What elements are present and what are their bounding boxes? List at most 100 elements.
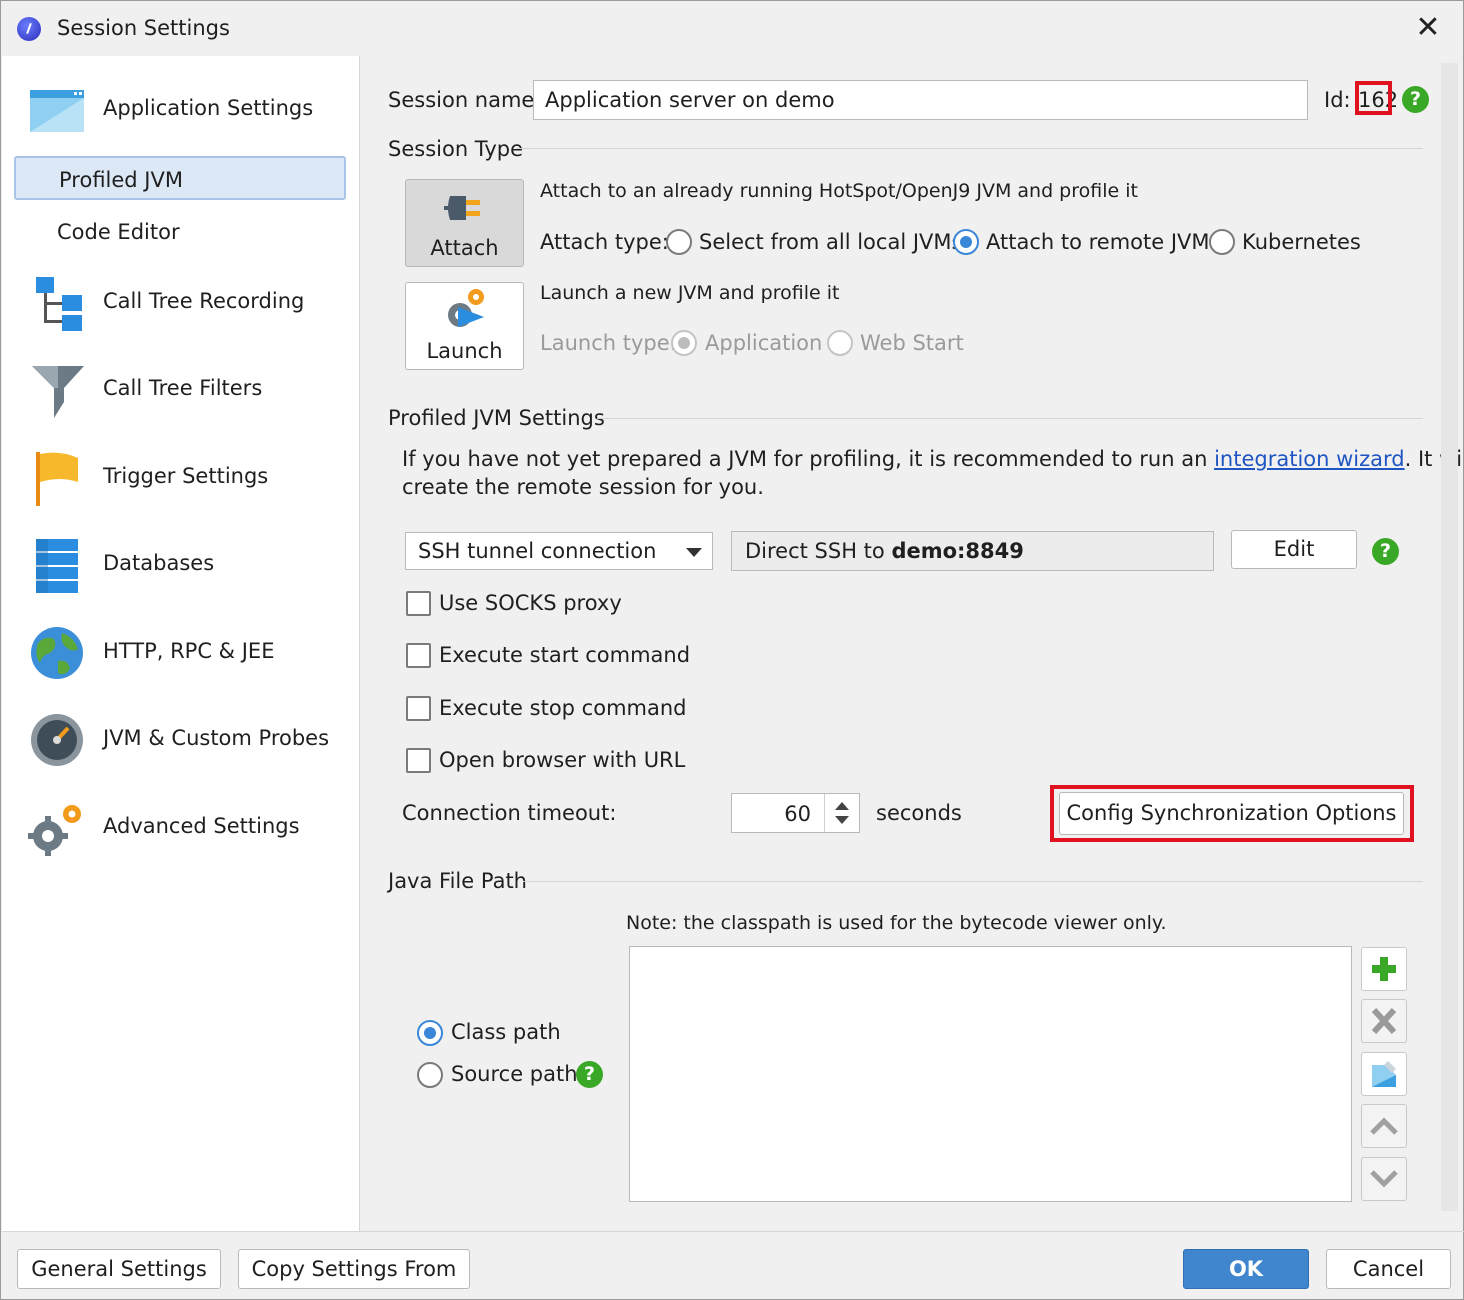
section-divider [523, 881, 1423, 882]
connection-desc-host: demo:8849 [891, 539, 1024, 563]
radio-application [671, 330, 697, 356]
radio-kubernetes-label: Kubernetes [1242, 230, 1361, 254]
spinner-up-icon[interactable] [835, 802, 849, 810]
attach-button[interactable]: Attach [405, 179, 524, 267]
sidebar-item-jvm-custom-probes[interactable]: JVM & Custom Probes [2, 710, 360, 770]
app-icon [17, 17, 41, 41]
radio-local-jvms-label: Select from all local JVMs [699, 230, 963, 254]
spinner-divider [824, 794, 825, 832]
radio-remote-jvm-label: Attach to remote JVM [986, 230, 1210, 254]
general-settings-button[interactable]: General Settings [17, 1249, 221, 1289]
edit-button[interactable]: Edit [1231, 530, 1357, 569]
close-icon[interactable]: ✕ [1411, 11, 1445, 45]
radio-remote-jvm[interactable] [953, 229, 979, 255]
edit-path-button[interactable] [1361, 1052, 1407, 1096]
integration-intro: If you have not yet prepared a JVM for p… [402, 447, 1464, 471]
globe-icon [31, 627, 83, 679]
move-down-button[interactable] [1361, 1157, 1407, 1201]
connection-desc-prefix: Direct SSH to [745, 539, 892, 563]
classpath-note: Note: the classpath is used for the byte… [626, 912, 1167, 934]
sidebar-item-label: Application Settings [103, 96, 314, 120]
title-bar: Session Settings ✕ [1, 1, 1463, 56]
sidebar-item-label: Call Tree Filters [103, 376, 263, 400]
sidebar-item-http-rpc-jee[interactable]: HTTP, RPC & JEE [2, 623, 360, 683]
sidebar-item-label: Trigger Settings [103, 464, 269, 488]
sidebar-item-label: Databases [103, 551, 215, 575]
checkbox-socks-proxy[interactable] [406, 591, 431, 616]
move-up-button[interactable] [1361, 1104, 1407, 1148]
checkbox-open-browser[interactable] [406, 748, 431, 773]
radio-web-start [827, 330, 853, 356]
edit-document-icon [1372, 1061, 1396, 1087]
id-label: Id: [1324, 88, 1351, 112]
section-divider [597, 418, 1423, 419]
session-name-input[interactable]: Application server on demo [533, 80, 1308, 120]
radio-class-path[interactable] [417, 1020, 443, 1046]
timeout-unit: seconds [876, 801, 962, 825]
radio-local-jvms[interactable] [666, 229, 692, 255]
checkbox-start-command[interactable] [406, 643, 431, 668]
sidebar-item-call-tree-filters[interactable]: Call Tree Filters [2, 360, 360, 420]
launch-button-label: Launch [426, 339, 503, 363]
timeout-value: 60 [784, 802, 811, 826]
plus-icon [1372, 957, 1396, 981]
sidebar-item-label: Profiled JVM [59, 168, 183, 192]
integration-intro-line2: create the remote session for you. [402, 475, 764, 499]
radio-class-path-label: Class path [451, 1020, 561, 1044]
radio-web-start-label: Web Start [860, 331, 964, 355]
radio-source-path-label: Source path [451, 1062, 578, 1086]
sidebar-item-application-settings[interactable]: Application Settings [2, 80, 360, 140]
sidebar-item-call-tree-recording[interactable]: Call Tree Recording [2, 273, 360, 333]
connection-type-select[interactable]: SSH tunnel connection [405, 532, 713, 570]
timeout-label: Connection timeout: [402, 801, 617, 825]
checkbox-open-browser-label: Open browser with URL [439, 748, 686, 772]
section-divider [517, 148, 1423, 149]
launch-button[interactable]: Launch [405, 282, 524, 370]
checkbox-stop-command[interactable] [406, 696, 431, 721]
launch-description: Launch a new JVM and profile it [540, 282, 840, 304]
session-type-title: Session Type [388, 137, 524, 161]
vertical-scrollbar[interactable] [1441, 63, 1458, 1211]
ok-button[interactable]: OK [1183, 1249, 1309, 1289]
window-title: Session Settings [57, 16, 230, 40]
delete-icon [1371, 1007, 1397, 1035]
sidebar-item-profiled-jvm[interactable]: Profiled JVM [14, 156, 346, 200]
timeout-spinner[interactable]: 60 [731, 793, 860, 833]
connection-description: Direct SSH to demo:8849 [731, 531, 1214, 571]
chevron-down-icon [686, 548, 702, 557]
connection-type-value: SSH tunnel connection [418, 539, 657, 563]
application-window-icon [30, 90, 84, 132]
help-icon[interactable]: ? [576, 1061, 603, 1088]
checkbox-stop-command-label: Execute stop command [439, 696, 687, 720]
cancel-button[interactable]: Cancel [1326, 1249, 1451, 1289]
help-icon[interactable]: ? [1372, 538, 1399, 565]
main-panel: Session name: Application server on demo… [361, 56, 1464, 1231]
flag-icon [36, 452, 78, 506]
help-icon[interactable]: ? [1402, 86, 1429, 113]
id-highlight-box [1355, 81, 1392, 115]
sidebar-item-label: Advanced Settings [103, 814, 300, 838]
remove-path-button[interactable] [1361, 999, 1407, 1043]
spinner-down-icon[interactable] [835, 816, 849, 824]
radio-kubernetes[interactable] [1209, 229, 1235, 255]
sidebar-item-databases[interactable]: Databases [2, 535, 360, 595]
attach-type-label: Attach type: [540, 230, 669, 254]
radio-source-path[interactable] [417, 1062, 443, 1088]
sidebar-item-advanced-settings[interactable]: Advanced Settings [2, 798, 360, 858]
sidebar-item-code-editor[interactable]: Code Editor [14, 210, 346, 254]
add-path-button[interactable] [1361, 947, 1407, 991]
config-sync-highlight-box [1050, 785, 1414, 842]
chevron-down-icon [1370, 1170, 1398, 1188]
path-list[interactable] [629, 946, 1352, 1202]
footer-divider [2, 1231, 1464, 1232]
checkbox-socks-proxy-label: Use SOCKS proxy [439, 591, 622, 615]
sidebar: Application Settings Profiled JVM Code E… [2, 56, 360, 1231]
integration-wizard-link[interactable]: integration wizard [1214, 447, 1405, 471]
copy-settings-button[interactable]: Copy Settings From [238, 1249, 470, 1289]
call-tree-icon [36, 277, 82, 331]
sidebar-item-trigger-settings[interactable]: Trigger Settings [2, 448, 360, 508]
checkbox-start-command-label: Execute start command [439, 643, 691, 667]
attach-description: Attach to an already running HotSpot/Ope… [540, 180, 1138, 202]
radio-application-label: Application [705, 331, 823, 355]
java-file-path-title: Java File Path [388, 869, 527, 893]
